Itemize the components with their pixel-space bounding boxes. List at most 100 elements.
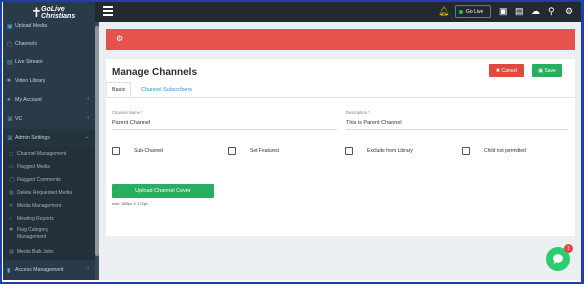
lock-icon: ▮ bbox=[7, 267, 11, 274]
submenu-item-flagged-comments[interactable]: ◯ Flagged Comments bbox=[3, 174, 95, 186]
main-content: ⚙ Manage Channels ✖ Cancel ▣ Save Basic … bbox=[99, 22, 581, 280]
upload-channel-cover-button[interactable]: Upload Channel Cover bbox=[112, 184, 214, 198]
search-icon[interactable]: ⚲ bbox=[548, 6, 555, 17]
sidebar-item-label: Access Management bbox=[15, 267, 64, 273]
broadcast-icon: ▤ bbox=[7, 59, 13, 66]
chevron-down-icon: ⌄ bbox=[84, 134, 89, 140]
tab-basic[interactable]: Basic bbox=[106, 82, 132, 97]
gear-icon: ⚙ bbox=[116, 34, 124, 43]
submenu-item-delete-requested-media[interactable]: ▥ Delete Requested Media bbox=[3, 187, 95, 199]
sidebar-item-label: Upload Media bbox=[15, 23, 48, 29]
page-title: Manage Channels bbox=[112, 67, 198, 78]
checkbox-label: Set Featured bbox=[250, 148, 279, 154]
submenu-item-media-bulk-jobs[interactable]: ▤ Media Bulk Jobs bbox=[3, 246, 95, 258]
submenu-item-label: Meeting Reports bbox=[17, 216, 54, 222]
submenu-item-label: Channel Management bbox=[17, 151, 67, 157]
checkbox-box[interactable] bbox=[345, 147, 353, 155]
report-icon: ○ bbox=[9, 216, 13, 222]
channels-icon: ◻ bbox=[7, 41, 12, 48]
message-icon[interactable]: ▣ bbox=[499, 6, 508, 17]
checkbox-box[interactable] bbox=[462, 147, 470, 155]
logo-line1: GoLive bbox=[41, 6, 65, 13]
description-field[interactable]: This is Parent Channel bbox=[346, 120, 402, 126]
trash-icon: ▥ bbox=[9, 190, 14, 196]
sidebar-item-vc[interactable]: ⌘ VC ‹ bbox=[3, 110, 95, 128]
child-not-permitted-checkbox[interactable]: Child not permitted bbox=[462, 147, 526, 155]
submenu-item-media-management[interactable]: ✕ Media Management bbox=[3, 200, 95, 212]
channel-icon: ◻ bbox=[9, 151, 14, 157]
channel-name-field[interactable]: Parent Channel bbox=[112, 120, 150, 126]
media-icon: ✕ bbox=[9, 203, 14, 209]
flag-icon: ▭ bbox=[9, 164, 14, 170]
cancel-label: Cancel bbox=[501, 67, 518, 74]
chat-bubble-icon bbox=[553, 254, 563, 264]
checkbox-label: Exclude from Library bbox=[367, 148, 413, 154]
category-icon: ✱ bbox=[9, 227, 14, 233]
jobs-icon: ▤ bbox=[9, 249, 14, 255]
live-dot-icon bbox=[459, 9, 463, 14]
sidebar-item-label: Admin Settings bbox=[15, 135, 50, 141]
submenu-item-label: Flag Category Management bbox=[17, 227, 49, 240]
go-live-label: Go Live bbox=[466, 8, 484, 15]
sidebar: ✝ GoLive Christians ▣ Upload Media ◻ Cha… bbox=[3, 2, 95, 280]
sidebar-item-channels[interactable]: ◻ Channels bbox=[3, 35, 95, 53]
sidebar-item-upload-media[interactable]: ▣ Upload Media bbox=[3, 20, 95, 32]
sidebar-item-label: Video Library bbox=[15, 78, 46, 84]
go-live-button[interactable]: Go Live bbox=[455, 5, 491, 18]
alert-banner: ⚙ bbox=[106, 29, 575, 50]
chat-button[interactable]: 1 bbox=[546, 244, 573, 271]
sub-channel-checkbox[interactable]: Sub-Channel bbox=[112, 147, 163, 155]
sidebar-item-video-library[interactable]: ■ Video Library bbox=[3, 72, 95, 90]
sidebar-item-admin-settings[interactable]: ⌘ Admin Settings ⌄ bbox=[3, 129, 95, 147]
cancel-button[interactable]: ✖ Cancel bbox=[489, 64, 524, 77]
sidebar-item-label: My Account bbox=[15, 97, 42, 103]
submenu-item-label: Flagged Media bbox=[17, 164, 51, 170]
submenu-item-label: Media Bulk Jobs bbox=[17, 249, 54, 255]
checkbox-box[interactable] bbox=[228, 147, 236, 155]
checkbox-box[interactable] bbox=[112, 147, 120, 155]
logo-line2: Christians bbox=[41, 13, 76, 20]
checkbox-label: Sub-Channel bbox=[134, 148, 164, 154]
sidebar-item-live-stream[interactable]: ▤ Live Stream bbox=[3, 53, 95, 71]
submenu-item-meeting-reports[interactable]: ○ Meeting Reports bbox=[3, 213, 95, 225]
upload-cloud-icon[interactable]: ☁ bbox=[531, 6, 540, 17]
description-underline bbox=[346, 129, 568, 130]
chevron-left-icon: ‹ bbox=[87, 115, 89, 121]
video-icon: ■ bbox=[7, 78, 11, 84]
submenu-item-label: Media Management bbox=[17, 203, 62, 209]
checkbox-label: Child not permitted bbox=[484, 148, 526, 154]
chevron-left-icon: ‹ bbox=[87, 96, 89, 102]
settings-icon: ⌘ bbox=[7, 135, 13, 142]
submenu-item-flag-category-management[interactable]: ✱ Flag Category Management bbox=[3, 225, 95, 245]
save-label: Save bbox=[544, 67, 556, 74]
sidebar-item-label: Live Stream bbox=[15, 59, 43, 65]
user-icon: ● bbox=[7, 97, 11, 103]
submenu-item-label: Flagged Comments bbox=[17, 177, 61, 183]
exclude-from-library-checkbox[interactable]: Exclude from Library bbox=[345, 147, 413, 155]
description-label: Description * bbox=[346, 110, 370, 115]
save-button[interactable]: ▣ Save bbox=[532, 64, 562, 77]
sidebar-item-access-management[interactable]: ▮ Access Management ‹ bbox=[3, 261, 95, 279]
submenu-item-channel-management[interactable]: ◻ Channel Management bbox=[3, 148, 95, 160]
tab-bar: Basic Channel Subscribers bbox=[106, 82, 575, 98]
chevron-left-icon: ‹ bbox=[87, 266, 89, 272]
calendar-icon[interactable]: ▤ bbox=[515, 6, 524, 17]
folder-icon: ▣ bbox=[7, 23, 13, 30]
settings-gear-icon[interactable]: ⚙ bbox=[565, 6, 573, 17]
notification-bell-icon[interactable]: 🔔︎ bbox=[438, 6, 449, 17]
tab-channel-subscribers[interactable]: Channel Subscribers bbox=[136, 82, 197, 97]
set-featured-checkbox[interactable]: Set Featured bbox=[228, 147, 279, 155]
sidebar-item-label: VC bbox=[15, 116, 23, 122]
channel-name-underline bbox=[112, 129, 337, 130]
hamburger-menu-icon[interactable] bbox=[103, 6, 113, 16]
comment-icon: ◯ bbox=[9, 177, 15, 183]
submenu-item-flagged-media[interactable]: ▭ Flagged Media bbox=[3, 161, 95, 173]
cover-size-note: size: 380px X 172px bbox=[112, 201, 149, 206]
sidebar-item-my-account[interactable]: ● My Account ‹ bbox=[3, 91, 95, 109]
sidebar-item-label: Channels bbox=[15, 41, 37, 47]
chat-badge: 1 bbox=[564, 244, 573, 253]
submenu-item-label: Delete Requested Media bbox=[17, 190, 73, 196]
topbar: 🔔︎ Go Live ▣ ▤ ☁ ⚲ ⚙ bbox=[95, 2, 581, 22]
manage-channels-card: Manage Channels ✖ Cancel ▣ Save Basic Ch… bbox=[106, 59, 575, 236]
vc-icon: ⌘ bbox=[7, 116, 13, 123]
